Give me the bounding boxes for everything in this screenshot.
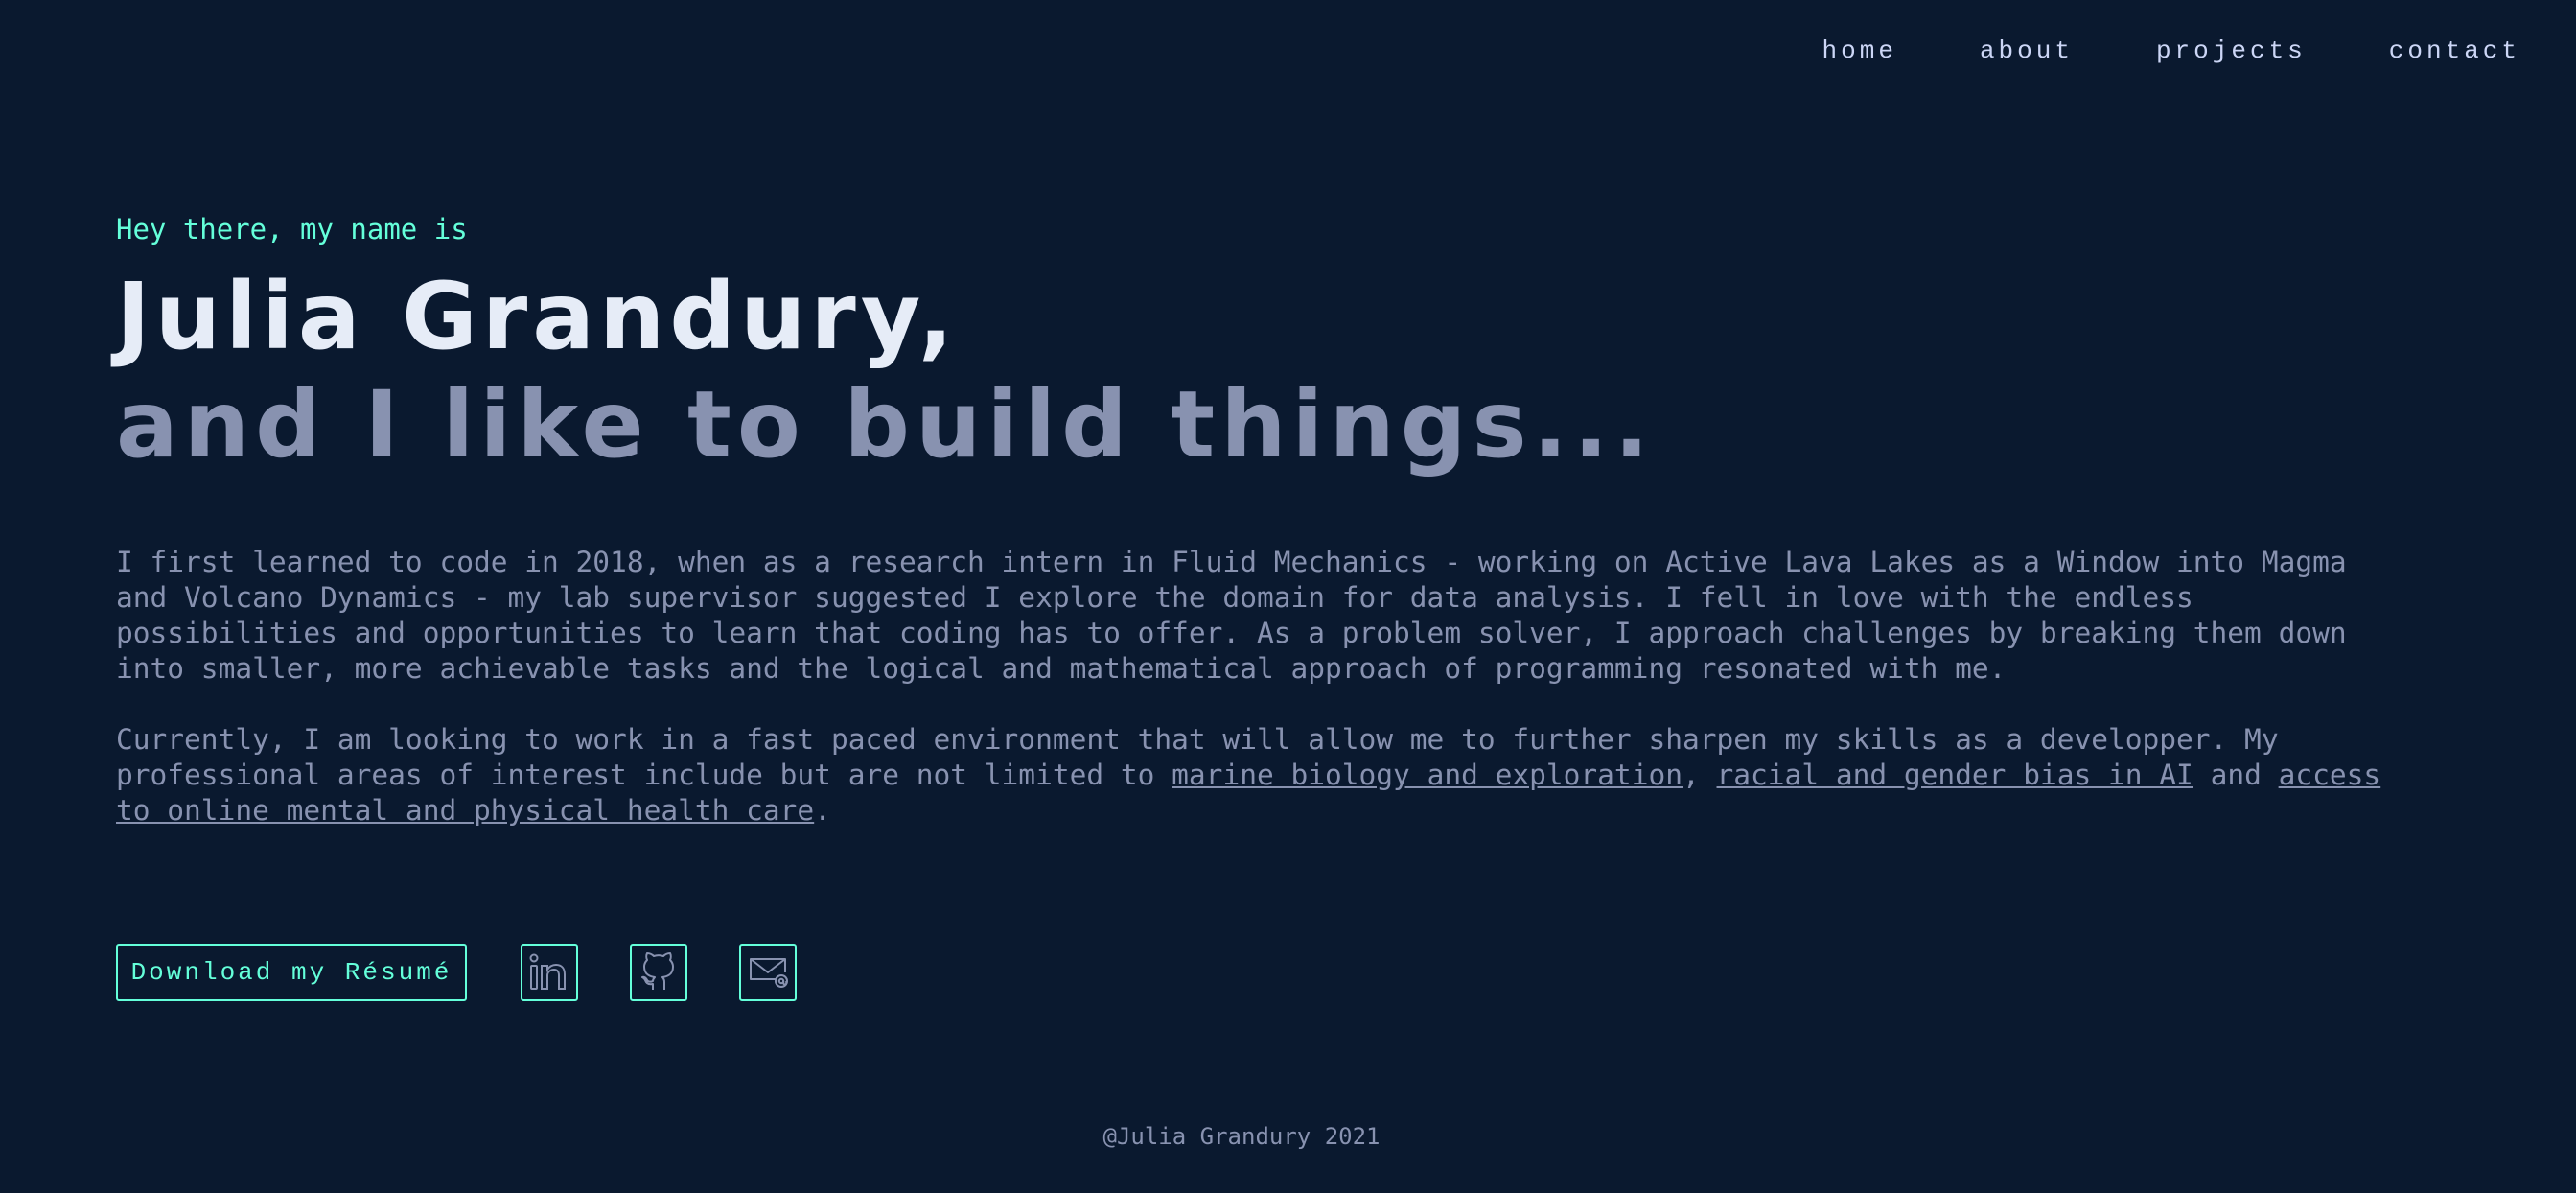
github-button[interactable]	[630, 944, 687, 1001]
footer-copyright: @Julia Grandury 2021	[1102, 1123, 1381, 1150]
bio-paragraph-2: Currently, I am looking to work in a fas…	[116, 722, 2398, 829]
linkedin-button[interactable]	[521, 944, 578, 1001]
bio: I first learned to code in 2018, when as…	[116, 545, 2398, 864]
link-marine-biology[interactable]: marine biology and exploration	[1172, 759, 1683, 791]
separator: and	[2193, 759, 2279, 791]
period: .	[814, 794, 831, 827]
separator: ,	[1682, 759, 1717, 791]
download-resume-button[interactable]: Download my Résumé	[116, 944, 467, 1001]
hero-section: Hey there, my name is Julia Grandury, an…	[116, 211, 2398, 827]
intro-text: Hey there, my name is	[116, 213, 468, 246]
linkedin-icon	[529, 953, 566, 990]
bio-paragraph-1: I first learned to code in 2018, when as…	[116, 546, 2347, 685]
email-icon	[750, 958, 788, 988]
github-icon	[641, 952, 674, 990]
link-bias-in-ai[interactable]: racial and gender bias in AI	[1717, 759, 2193, 791]
nav-contact[interactable]: contact	[2389, 35, 2520, 67]
hero-tagline: and I like to build things...	[116, 371, 1656, 479]
hero-name: Julia Grandury,	[116, 263, 959, 370]
main-nav: home about projects contact	[1822, 35, 2520, 67]
nav-about[interactable]: about	[1980, 35, 2074, 67]
email-button[interactable]	[739, 944, 797, 1001]
action-row: Download my Résumé	[116, 944, 797, 1001]
nav-home[interactable]: home	[1822, 35, 1897, 67]
nav-projects[interactable]: projects	[2156, 35, 2307, 67]
